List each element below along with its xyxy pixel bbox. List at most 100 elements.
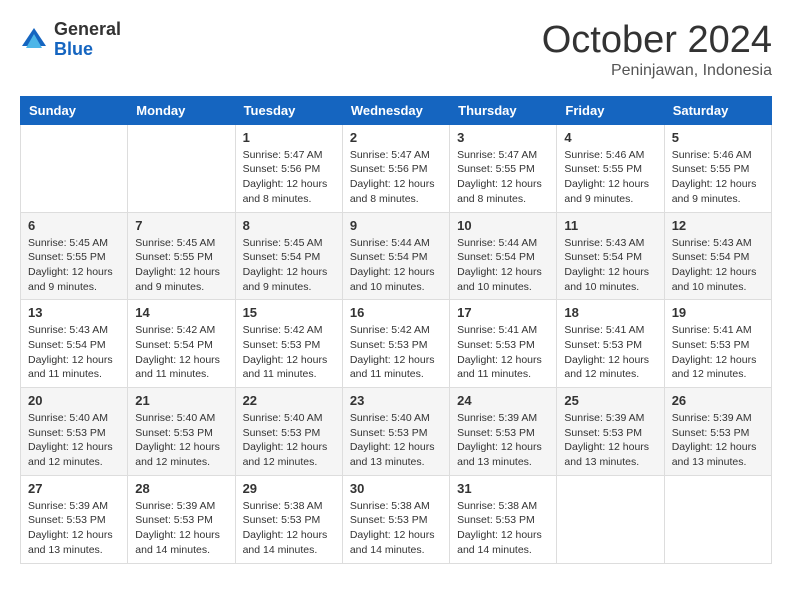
calendar-cell: 29 Sunrise: 5:38 AM Sunset: 5:53 PM Dayli… <box>235 475 342 563</box>
calendar-cell: 10 Sunrise: 5:44 AM Sunset: 5:54 PM Dayli… <box>450 212 557 300</box>
day-number: 10 <box>457 218 549 233</box>
cell-content: Sunrise: 5:44 AM Sunset: 5:54 PM Dayligh… <box>350 236 442 295</box>
calendar-cell: 24Sunrise: 5:39 AM Sunset: 5:53 PM Dayli… <box>450 388 557 476</box>
calendar-cell: 25 Sunrise: 5:39 AM Sunset: 5:53 PM Dayli… <box>557 388 664 476</box>
calendar-cell: 9 Sunrise: 5:44 AM Sunset: 5:54 PM Daylig… <box>342 212 449 300</box>
calendar-cell: 6 Sunrise: 5:45 AM Sunset: 5:55 PM Daylig… <box>21 212 128 300</box>
cell-content: Sunrise: 5:44 AM Sunset: 5:54 PM Dayligh… <box>457 236 549 295</box>
calendar-week-row: 13 Sunrise: 5:43 AM Sunset: 5:54 PM Dayli… <box>21 300 772 388</box>
day-number: 8 <box>243 218 335 233</box>
location: Peninjawan, Indonesia <box>542 62 772 80</box>
cell-content: Sunrise: 5:45 AM Sunset: 5:55 PM Dayligh… <box>135 236 227 295</box>
cell-content: Sunrise: 5:42 AM Sunset: 5:53 PM Dayligh… <box>243 323 335 382</box>
day-number: 3 <box>457 130 549 145</box>
calendar-cell: 15 Sunrise: 5:42 AM Sunset: 5:53 PM Dayli… <box>235 300 342 388</box>
calendar-cell: 26 Sunrise: 5:39 AM Sunset: 5:53 PM Dayli… <box>664 388 771 476</box>
calendar-cell: 4Sunrise: 5:46 AM Sunset: 5:55 PM Daylig… <box>557 124 664 212</box>
cell-content: Sunrise: 5:45 AM Sunset: 5:55 PM Dayligh… <box>28 236 120 295</box>
calendar-cell: 1Sunrise: 5:47 AM Sunset: 5:56 PM Daylig… <box>235 124 342 212</box>
cell-content: Sunrise: 5:43 AM Sunset: 5:54 PM Dayligh… <box>28 323 120 382</box>
day-number: 26 <box>672 393 764 408</box>
day-number: 17 <box>457 305 549 320</box>
day-number: 31 <box>457 481 549 496</box>
cell-content: Sunrise: 5:41 AM Sunset: 5:53 PM Dayligh… <box>564 323 656 382</box>
cell-content: Sunrise: 5:39 AM Sunset: 5:53 PM Dayligh… <box>28 499 120 558</box>
cell-content: Sunrise: 5:41 AM Sunset: 5:53 PM Dayligh… <box>457 323 549 382</box>
calendar-cell <box>21 124 128 212</box>
calendar-week-row: 6 Sunrise: 5:45 AM Sunset: 5:55 PM Daylig… <box>21 212 772 300</box>
calendar-week-row: 20 Sunrise: 5:40 AM Sunset: 5:53 PM Dayli… <box>21 388 772 476</box>
calendar-cell: 5Sunrise: 5:46 AM Sunset: 5:55 PM Daylig… <box>664 124 771 212</box>
day-number: 15 <box>243 305 335 320</box>
calendar-table: SundayMondayTuesdayWednesdayThursdayFrid… <box>20 96 772 564</box>
cell-content: Sunrise: 5:39 AM Sunset: 5:53 PM Dayligh… <box>672 411 764 470</box>
day-number: 9 <box>350 218 442 233</box>
day-number: 4 <box>564 130 656 145</box>
calendar-cell: 16 Sunrise: 5:42 AM Sunset: 5:53 PM Dayli… <box>342 300 449 388</box>
day-number: 27 <box>28 481 120 496</box>
column-header-friday: Friday <box>557 96 664 124</box>
day-number: 5 <box>672 130 764 145</box>
cell-content: Sunrise: 5:38 AM Sunset: 5:53 PM Dayligh… <box>243 499 335 558</box>
logo-general: General <box>54 20 121 40</box>
calendar-cell: 12 Sunrise: 5:43 AM Sunset: 5:54 PM Dayli… <box>664 212 771 300</box>
calendar-cell: 28Sunrise: 5:39 AM Sunset: 5:53 PM Dayli… <box>128 475 235 563</box>
day-number: 12 <box>672 218 764 233</box>
logo-blue-text: Blue <box>54 40 121 60</box>
cell-content: Sunrise: 5:42 AM Sunset: 5:54 PM Dayligh… <box>135 323 227 382</box>
cell-content: Sunrise: 5:47 AM Sunset: 5:56 PM Dayligh… <box>243 148 335 207</box>
day-number: 25 <box>564 393 656 408</box>
calendar-cell: 18 Sunrise: 5:41 AM Sunset: 5:53 PM Dayli… <box>557 300 664 388</box>
day-number: 6 <box>28 218 120 233</box>
column-header-monday: Monday <box>128 96 235 124</box>
day-number: 19 <box>672 305 764 320</box>
calendar-cell: 31 Sunrise: 5:38 AM Sunset: 5:53 PM Dayli… <box>450 475 557 563</box>
cell-content: Sunrise: 5:38 AM Sunset: 5:53 PM Dayligh… <box>457 499 549 558</box>
column-header-saturday: Saturday <box>664 96 771 124</box>
calendar-cell: 14 Sunrise: 5:42 AM Sunset: 5:54 PM Dayli… <box>128 300 235 388</box>
cell-content: Sunrise: 5:40 AM Sunset: 5:53 PM Dayligh… <box>135 411 227 470</box>
calendar-cell: 19 Sunrise: 5:41 AM Sunset: 5:53 PM Dayli… <box>664 300 771 388</box>
logo-icon <box>20 26 48 54</box>
day-number: 22 <box>243 393 335 408</box>
calendar-cell: 8 Sunrise: 5:45 AM Sunset: 5:54 PM Daylig… <box>235 212 342 300</box>
day-number: 30 <box>350 481 442 496</box>
day-number: 28 <box>135 481 227 496</box>
day-number: 14 <box>135 305 227 320</box>
cell-content: Sunrise: 5:40 AM Sunset: 5:53 PM Dayligh… <box>243 411 335 470</box>
calendar-week-row: 1Sunrise: 5:47 AM Sunset: 5:56 PM Daylig… <box>21 124 772 212</box>
cell-content: Sunrise: 5:45 AM Sunset: 5:54 PM Dayligh… <box>243 236 335 295</box>
day-number: 20 <box>28 393 120 408</box>
day-number: 13 <box>28 305 120 320</box>
day-number: 24 <box>457 393 549 408</box>
column-header-wednesday: Wednesday <box>342 96 449 124</box>
day-number: 2 <box>350 130 442 145</box>
day-number: 21 <box>135 393 227 408</box>
calendar-cell <box>557 475 664 563</box>
day-number: 16 <box>350 305 442 320</box>
calendar-week-row: 27 Sunrise: 5:39 AM Sunset: 5:53 PM Dayli… <box>21 475 772 563</box>
calendar-cell: 27 Sunrise: 5:39 AM Sunset: 5:53 PM Dayli… <box>21 475 128 563</box>
calendar-cell: 2Sunrise: 5:47 AM Sunset: 5:56 PM Daylig… <box>342 124 449 212</box>
cell-content: Sunrise: 5:40 AM Sunset: 5:53 PM Dayligh… <box>28 411 120 470</box>
calendar-cell: 13 Sunrise: 5:43 AM Sunset: 5:54 PM Dayli… <box>21 300 128 388</box>
cell-content: Sunrise: 5:40 AM Sunset: 5:53 PM Dayligh… <box>350 411 442 470</box>
cell-content: Sunrise: 5:42 AM Sunset: 5:53 PM Dayligh… <box>350 323 442 382</box>
cell-content: Sunrise: 5:39 AM Sunset: 5:53 PM Dayligh… <box>564 411 656 470</box>
calendar-cell: 7 Sunrise: 5:45 AM Sunset: 5:55 PM Daylig… <box>128 212 235 300</box>
calendar-cell: 20 Sunrise: 5:40 AM Sunset: 5:53 PM Dayli… <box>21 388 128 476</box>
calendar-cell: 21 Sunrise: 5:40 AM Sunset: 5:53 PM Dayli… <box>128 388 235 476</box>
title-block: October 2024 Peninjawan, Indonesia <box>542 20 772 80</box>
day-number: 23 <box>350 393 442 408</box>
day-number: 11 <box>564 218 656 233</box>
column-header-sunday: Sunday <box>21 96 128 124</box>
column-header-thursday: Thursday <box>450 96 557 124</box>
calendar-cell <box>128 124 235 212</box>
cell-content: Sunrise: 5:41 AM Sunset: 5:53 PM Dayligh… <box>672 323 764 382</box>
calendar-cell: 17 Sunrise: 5:41 AM Sunset: 5:53 PM Dayli… <box>450 300 557 388</box>
cell-content: Sunrise: 5:43 AM Sunset: 5:54 PM Dayligh… <box>672 236 764 295</box>
calendar-cell: 23 Sunrise: 5:40 AM Sunset: 5:53 PM Dayli… <box>342 388 449 476</box>
day-number: 29 <box>243 481 335 496</box>
day-number: 7 <box>135 218 227 233</box>
day-number: 18 <box>564 305 656 320</box>
